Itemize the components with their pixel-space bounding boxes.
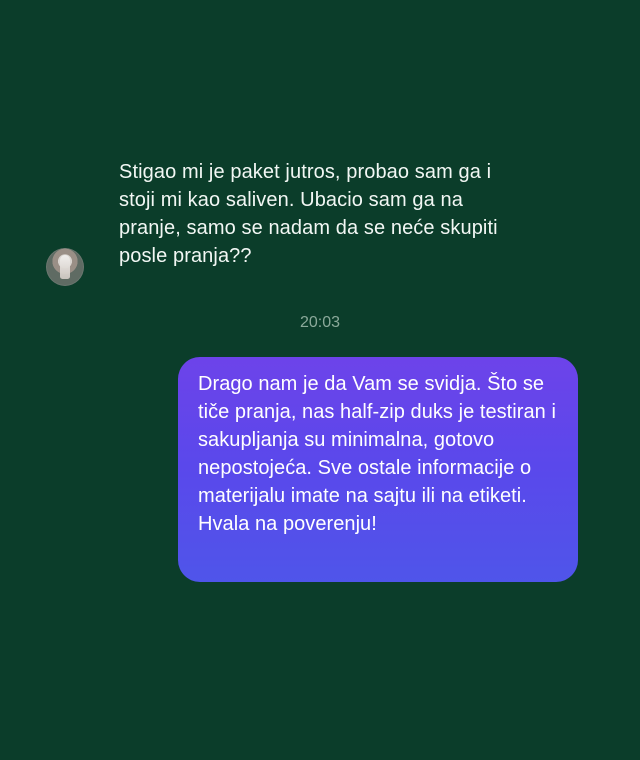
outgoing-message-bubble[interactable]: Drago nam je da Vam se svidja. Što se ti… — [178, 357, 578, 582]
outgoing-message-text: Drago nam je da Vam se svidja. Što se ti… — [198, 373, 556, 535]
message-timestamp: 20:03 — [299, 314, 341, 331]
incoming-message-text: Stigao mi je paket jutros, probao sam ga… — [119, 161, 498, 267]
user-avatar-icon[interactable] — [46, 248, 84, 286]
avatar-figure — [60, 255, 70, 279]
